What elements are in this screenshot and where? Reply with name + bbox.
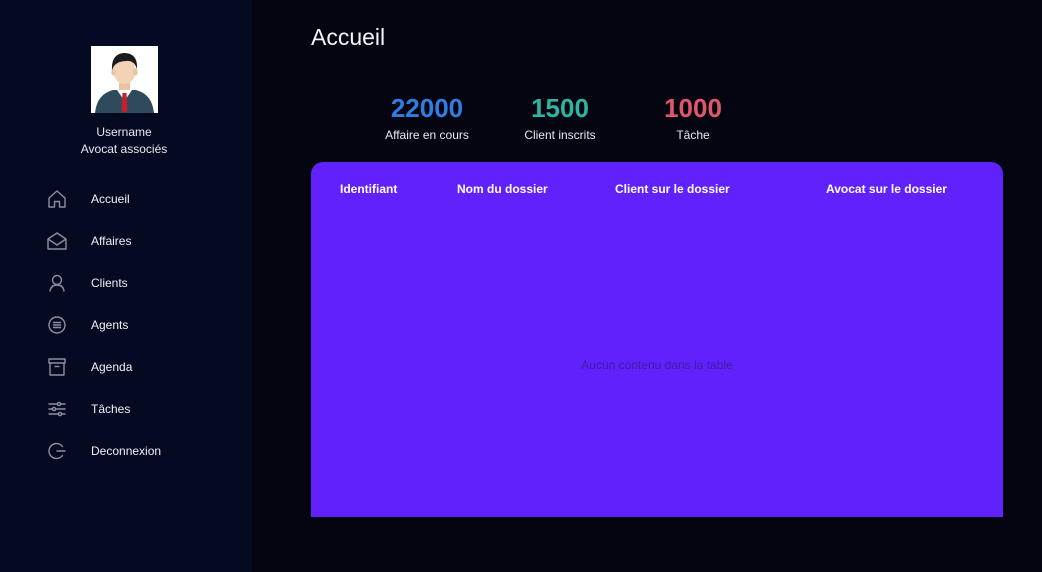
stat-label: Affaire en cours bbox=[385, 128, 469, 142]
sidebar-item-taches[interactable]: Tâches bbox=[0, 387, 252, 429]
column-header-nom-dossier[interactable]: Nom du dossier bbox=[457, 182, 548, 196]
sidebar-item-label: Accueil bbox=[91, 192, 130, 206]
page-title: Accueil bbox=[311, 24, 386, 50]
stat-value: 1000 bbox=[664, 93, 722, 123]
sidebar-item-label: Agents bbox=[91, 318, 129, 332]
column-header-client[interactable]: Client sur le dossier bbox=[615, 182, 730, 196]
column-header-avocat[interactable]: Avocat sur le dossier bbox=[826, 182, 947, 196]
mail-open-icon bbox=[46, 230, 68, 252]
list-circle-icon bbox=[46, 314, 68, 336]
sidebar-item-label: Tâches bbox=[91, 402, 131, 416]
user-icon bbox=[46, 272, 68, 294]
column-header-identifiant[interactable]: Identifiant bbox=[340, 182, 397, 196]
sidebar-nav: Accueil Affaires Clients Agents Agenda T… bbox=[0, 177, 252, 471]
archive-icon bbox=[46, 356, 68, 378]
stat-label: Tâche bbox=[676, 128, 710, 142]
user-name: Username bbox=[96, 125, 152, 139]
user-role: Avocat associés bbox=[80, 142, 168, 156]
stat-clients: 1500 Client inscrits bbox=[495, 92, 625, 142]
avatar bbox=[91, 46, 158, 113]
sidebar-item-agents[interactable]: Agents bbox=[0, 303, 252, 345]
stat-affaires: 22000 Affaire en cours bbox=[362, 92, 492, 142]
table-empty-message: Aucun contenu dans la table bbox=[581, 358, 733, 372]
sidebar-item-affaires[interactable]: Affaires bbox=[0, 219, 252, 261]
sidebar-item-deconnexion[interactable]: Deconnexion bbox=[0, 429, 252, 471]
avatar-image bbox=[91, 46, 158, 113]
sidebar-item-label: Affaires bbox=[91, 234, 132, 248]
sidebar-item-label: Clients bbox=[91, 276, 128, 290]
stat-label: Client inscrits bbox=[524, 128, 596, 142]
logout-icon bbox=[46, 440, 68, 462]
sidebar-item-clients[interactable]: Clients bbox=[0, 261, 252, 303]
sidebar-item-label: Agenda bbox=[91, 360, 133, 374]
sidebar-item-agenda[interactable]: Agenda bbox=[0, 345, 252, 387]
sliders-icon bbox=[46, 398, 68, 420]
sidebar-item-accueil[interactable]: Accueil bbox=[0, 177, 252, 219]
stat-value: 1500 bbox=[531, 93, 589, 123]
home-icon bbox=[46, 188, 68, 210]
stat-taches: 1000 Tâche bbox=[628, 92, 758, 142]
app-window: Username Avocat associés Accueil Affaire… bbox=[0, 0, 1042, 572]
stat-value: 22000 bbox=[390, 93, 464, 123]
dossiers-table: Identifiant Nom du dossier Client sur le… bbox=[311, 162, 1003, 517]
sidebar: Username Avocat associés Accueil Affaire… bbox=[0, 0, 252, 572]
sidebar-item-label: Deconnexion bbox=[91, 444, 162, 458]
